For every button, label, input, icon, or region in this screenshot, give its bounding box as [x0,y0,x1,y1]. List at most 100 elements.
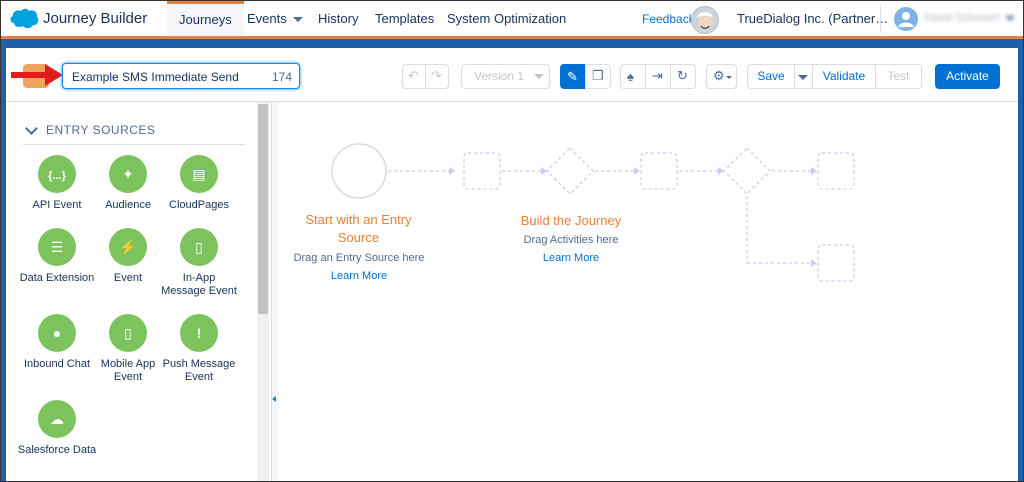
entry-source-label: Inbound Chat [23,358,91,370]
chevron-down-icon [798,75,808,80]
entry-source-label: Event [113,272,143,284]
connector-arrowhead [634,167,640,175]
build-learn-more-link[interactable]: Learn More [531,252,611,264]
collapse-arrow-icon [272,396,276,402]
entry-source-in-app-message-event[interactable]: ▯ In-App Message Event [159,228,239,298]
section-title: ENTRY SOURCES [46,123,156,137]
tab-templates-label: Templates [375,11,435,26]
entry-source-push-message-event[interactable]: ! Push Message Event [159,314,239,384]
activate-button[interactable]: Activate [935,64,1000,89]
entry-sources-header[interactable]: ENTRY SOURCES [23,116,245,145]
copy-button[interactable]: ❐ [585,64,611,89]
version-select[interactable]: Version 1 [461,64,550,89]
tab-system-optimization[interactable]: System Optimization [447,1,566,36]
api-braces-icon: {...} [38,155,76,193]
cloudpages-glyph: ▤ [192,166,206,182]
salesforce-cloud-logo [10,8,39,29]
journey-name-value: Example SMS Immediate Send [72,70,239,84]
entry-source-inbound-chat[interactable]: ● Inbound Chat [17,314,97,371]
entry-source-audience[interactable]: ✦ Audience [88,155,168,212]
connector-arrowhead [449,167,455,175]
data-extension-icon: ☰ [38,228,76,266]
chevron-down-icon [292,17,303,23]
entry-source-label: API Event [32,199,82,211]
validate-button[interactable]: Validate [812,64,876,89]
undo-button[interactable]: ↶ [402,64,426,89]
activity-placeholder-box [463,152,501,190]
entry-source-event[interactable]: ⚡ Event [88,228,168,285]
tab-journeys-label: Journeys [179,12,232,27]
entry-hint-subtitle: Drag an Entry Source here [293,252,425,264]
settings-button[interactable]: ⚙ [706,64,737,89]
activity-placeholder-box [817,244,855,282]
connector-arrowhead [811,259,817,267]
version-label: Version 1 [474,69,525,83]
test-button[interactable]: Test [875,64,922,89]
pencil-icon: ✎ [567,69,578,84]
activate-label: Activate [946,69,989,83]
audience-icon: ✦ [109,155,147,193]
journey-flow-placeholder [331,143,855,282]
api-braces-glyph: {...} [48,170,66,182]
chevron-down-icon [25,122,38,135]
entry-source-api-event[interactable]: {...} API Event [17,155,97,212]
activity-placeholder-box [817,152,855,190]
entry-source-cloudpages[interactable]: ▤ CloudPages [159,155,239,212]
tab-events-label: Events [247,11,287,26]
save-button[interactable]: Save [747,64,795,89]
entry-source-mobile-app-event[interactable]: ▯ Mobile App Event [88,314,168,384]
in-app-message-glyph: ▯ [195,239,203,255]
nav-divider [880,5,881,33]
tab-history-label: History [318,11,359,26]
exit-icon: ⇥ [652,68,663,83]
build-hint-title: Build the Journey [520,213,622,228]
tab-history[interactable]: History [318,1,358,36]
push-message-icon: ! [180,314,218,352]
in-app-message-icon: ▯ [180,228,218,266]
entry-hint-title: Start with an Entry Source [305,212,412,245]
red-arrow-annotation [11,64,63,86]
tab-journeys[interactable]: Journeys [167,1,244,36]
exit-criteria-button[interactable]: ⇥ [645,64,671,89]
edit-mode-button[interactable]: ✎ [560,64,586,89]
einstein-avatar[interactable] [691,6,719,34]
data-extension-glyph: ☰ [50,239,64,255]
activity-placeholder-box [640,152,678,190]
tab-events[interactable]: Events [247,1,303,36]
entry-source-data-extension[interactable]: ☰ Data Extension [17,228,97,285]
re-entry-button[interactable]: ↻ [670,64,696,89]
save-label: Save [757,69,785,83]
audience-glyph: ✦ [122,166,134,182]
entry-source-placeholder-circle [331,143,387,199]
entry-source-label: Data Extension [19,272,95,284]
user-menu[interactable]: David Schonert [924,12,1016,24]
entry-source-label: Salesforce Data [17,444,97,456]
save-options-button[interactable] [794,64,813,89]
user-avatar[interactable] [894,7,918,31]
feedback-link[interactable]: Feedback [642,12,695,26]
lightning-icon: ⚡ [109,228,147,266]
tab-system-optimization-label: System Optimization [447,11,567,26]
redo-icon: ↷ [431,68,442,83]
tab-templates[interactable]: Templates [375,1,434,36]
connector-arrowhead [541,167,547,175]
redo-button[interactable]: ↷ [425,64,449,89]
chat-icon: ● [38,314,76,352]
chevron-down-icon [726,76,732,79]
entry-source-label: CloudPages [169,199,229,211]
chat-glyph: ● [52,325,62,341]
entry-learn-more-link[interactable]: Learn More [319,270,399,282]
goal-button[interactable]: ♠ [620,64,646,89]
sidebar-scrollbar-thumb[interactable] [258,104,268,314]
org-name: TrueDialog Inc. (Partner… [737,11,889,26]
mobile-app-icon: ▯ [109,314,147,352]
journey-name-input[interactable]: Example SMS Immediate Send 174 [62,63,300,89]
trophy-icon: ♠ [627,69,634,84]
connector-arrowhead [718,167,724,175]
salesforce-cloud-glyph: ☁ [50,411,64,427]
entry-source-label: Push Message Event [162,358,236,383]
entry-source-salesforce-data[interactable]: ☁ Salesforce Data [17,400,97,457]
character-count: 174 [271,70,292,84]
undo-icon: ↶ [408,68,419,83]
gear-icon: ⚙ [713,68,725,83]
